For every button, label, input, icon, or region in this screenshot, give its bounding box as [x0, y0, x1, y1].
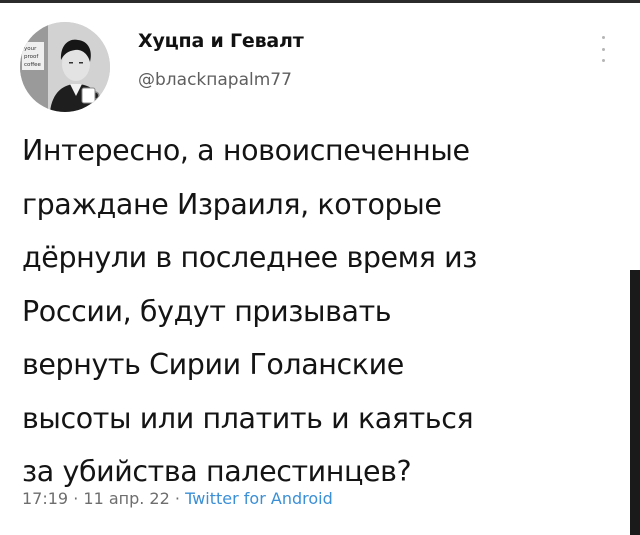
tweet-source-link[interactable]: Twitter for Android [185, 489, 333, 508]
meta-separator: · [73, 489, 79, 508]
top-divider [0, 0, 640, 3]
tweet-text-line: дёрнули в последнее время из [22, 241, 478, 274]
menu-dot [601, 36, 605, 39]
avatar-caption-2: proof [24, 54, 39, 60]
author-handle[interactable]: @bлackпapalm77 [138, 69, 304, 91]
tweet-text-line: граждане Израиля, которые [22, 187, 442, 221]
tweet-date[interactable]: 11 апр. 22 [83, 489, 169, 508]
scrollbar-thumb[interactable] [630, 270, 640, 535]
tweet-text-line: Интересно, а новоиспеченные [22, 134, 470, 167]
avatar[interactable]: your proof coffee [20, 22, 110, 112]
avatar-caption-3: coffee [24, 62, 42, 68]
tweet-text-line: высоты или платить и каяться [22, 401, 474, 435]
avatar-photo: your proof coffee [20, 22, 110, 112]
tweet-time[interactable]: 17:19 [22, 489, 68, 508]
menu-dot [601, 59, 605, 62]
menu-dot [601, 47, 605, 51]
tweet-text: Интересно, а новоиспеченные граждане Изр… [22, 124, 612, 499]
tweet-header: Хуцпа и Гевалт @bлackпapalm77 [138, 29, 304, 91]
more-options-icon[interactable] [598, 36, 608, 62]
tweet-text-line: вернуть Сирии Голанские [22, 348, 404, 381]
meta-separator: · [174, 489, 180, 508]
avatar-caption-1: your [24, 46, 37, 52]
tweet-meta: 17:19 · 11 апр. 22 · Twitter for Android [22, 488, 333, 510]
tweet-text-line: России, будут призывать [22, 294, 392, 328]
author-display-name[interactable]: Хуцпа и Гевалт [138, 29, 304, 53]
